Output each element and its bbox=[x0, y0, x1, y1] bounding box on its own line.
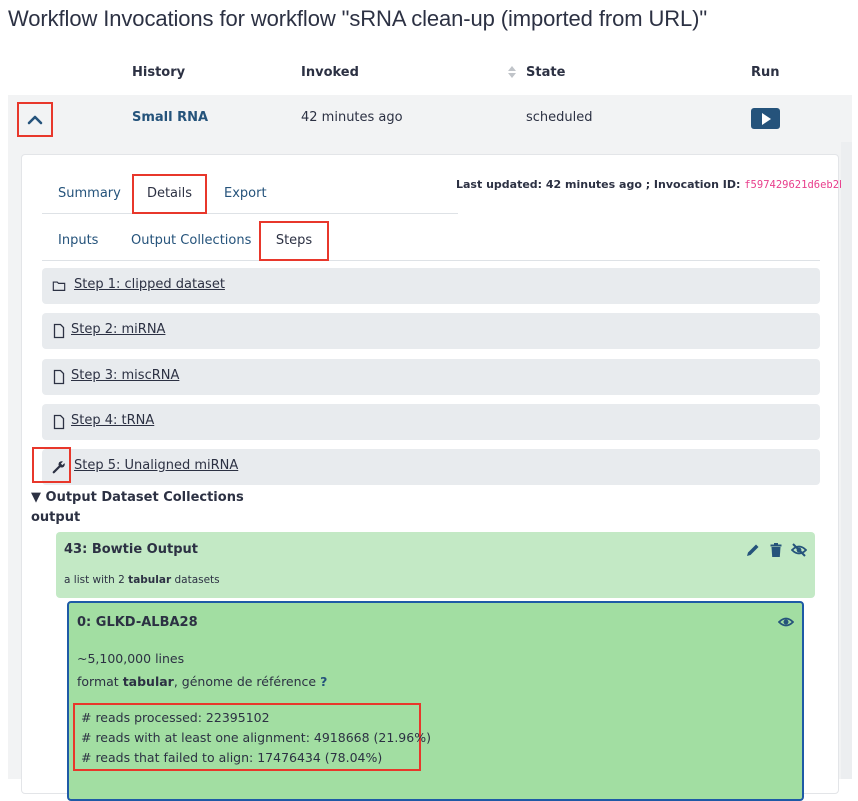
last-updated: Last updated: 42 minutes ago ; Invocatio… bbox=[456, 178, 845, 191]
dataset-title[interactable]: 0: GLKD-ALBA28 bbox=[77, 615, 198, 630]
run-workflow-button[interactable] bbox=[751, 108, 780, 129]
dataset-item[interactable]: 0: GLKD-ALBA28 ~5,100,000 lines format t… bbox=[67, 601, 804, 801]
file-icon bbox=[53, 414, 65, 430]
file-icon bbox=[53, 369, 65, 385]
dataset-format-info: format tabular, génome de référence ? bbox=[77, 674, 327, 689]
format-prefix: format bbox=[77, 674, 123, 689]
collection-item[interactable]: 43: Bowtie Output a list with 2 tabular … bbox=[56, 532, 815, 598]
invocation-row: Small RNA 42 minutes ago scheduled bbox=[8, 95, 852, 142]
step-1-label[interactable]: Step 1: clipped dataset bbox=[74, 277, 225, 292]
dataset-line-count: ~5,100,000 lines bbox=[77, 651, 185, 666]
genome-label: , génome de référence bbox=[173, 674, 321, 689]
tab-inputs[interactable]: Inputs bbox=[58, 221, 98, 261]
header-state[interactable]: State bbox=[526, 65, 565, 80]
step-5[interactable]: Step 5: Unaligned miRNA bbox=[42, 449, 820, 485]
peek-line: # reads with at least one alignment: 491… bbox=[81, 730, 431, 745]
last-updated-label: Last updated: 42 minutes ago ; Invocatio… bbox=[456, 178, 745, 191]
invocation-id: f597429621d6eb2b bbox=[744, 179, 846, 191]
sub-tabs: Inputs Output Collections Steps bbox=[42, 221, 820, 261]
main-tabs: Summary Details Export bbox=[42, 174, 458, 214]
header-history[interactable]: History bbox=[132, 65, 185, 80]
tab-output-collections[interactable]: Output Collections bbox=[131, 221, 251, 261]
pencil-icon[interactable] bbox=[745, 542, 761, 558]
collection-description-suffix: datasets bbox=[171, 574, 220, 586]
dataset-peek: # reads processed: 22395102 # reads with… bbox=[73, 703, 431, 771]
peek-line: # reads processed: 22395102 bbox=[81, 710, 270, 725]
step-5-icon-highlight bbox=[32, 447, 71, 483]
chevron-up-icon bbox=[27, 115, 43, 124]
header-run: Run bbox=[751, 65, 780, 80]
step-4[interactable]: Step 4: tRNA bbox=[42, 404, 820, 440]
invocations-table-header: History Invoked State Run bbox=[8, 52, 852, 94]
file-icon bbox=[53, 323, 65, 339]
sort-icon[interactable] bbox=[507, 64, 517, 80]
invoked-time: 42 minutes ago bbox=[301, 110, 403, 125]
page-title: Workflow Invocations for workflow "sRNA … bbox=[8, 6, 708, 31]
header-invoked[interactable]: Invoked bbox=[301, 65, 359, 80]
step-2-label[interactable]: Step 2: miRNA bbox=[71, 322, 165, 337]
eye-slash-icon[interactable] bbox=[791, 542, 807, 558]
step-5-label[interactable]: Step 5: Unaligned miRNA bbox=[74, 458, 238, 473]
tab-export[interactable]: Export bbox=[224, 174, 267, 214]
collapse-invocation-button[interactable] bbox=[17, 102, 53, 137]
history-link[interactable]: Small RNA bbox=[132, 110, 208, 125]
trash-icon[interactable] bbox=[768, 542, 784, 558]
collection-description: a list with 2 tabular datasets bbox=[64, 574, 220, 586]
collection-title[interactable]: 43: Bowtie Output bbox=[64, 542, 198, 557]
invocation-state: scheduled bbox=[526, 110, 593, 125]
scroll-gutter bbox=[841, 142, 852, 779]
dataset-format: tabular bbox=[122, 674, 174, 689]
collection-actions bbox=[745, 542, 807, 558]
folder-icon bbox=[52, 281, 66, 291]
eye-icon[interactable] bbox=[778, 615, 794, 629]
step-4-label[interactable]: Step 4: tRNA bbox=[71, 413, 154, 428]
collection-description-prefix: a list with 2 bbox=[64, 574, 129, 586]
step-3-label[interactable]: Step 3: miscRNA bbox=[71, 368, 179, 383]
play-icon bbox=[761, 112, 771, 125]
tab-details[interactable]: Details bbox=[132, 174, 207, 214]
step-3[interactable]: Step 3: miscRNA bbox=[42, 359, 820, 395]
step-1[interactable]: Step 1: clipped dataset bbox=[42, 268, 820, 304]
genome-value-link[interactable]: ? bbox=[320, 674, 327, 689]
step-2[interactable]: Step 2: miRNA bbox=[42, 313, 820, 349]
output-dataset-collections-toggle[interactable]: ▼ Output Dataset Collections bbox=[31, 490, 244, 505]
tab-steps[interactable]: Steps bbox=[259, 221, 329, 261]
output-name: output bbox=[31, 510, 81, 525]
collection-format: tabular bbox=[128, 574, 172, 586]
tab-summary[interactable]: Summary bbox=[58, 174, 121, 214]
peek-line: # reads that failed to align: 17476434 (… bbox=[81, 750, 383, 765]
